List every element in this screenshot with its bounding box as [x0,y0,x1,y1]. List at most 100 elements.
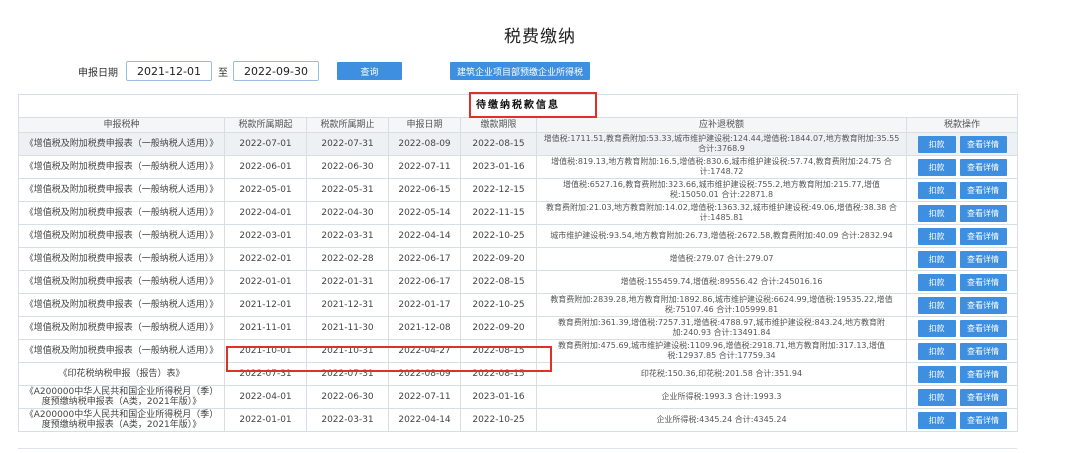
deduct-button[interactable]: 扣款 [917,273,956,291]
view-detail-button[interactable]: 查看详情 [959,273,1007,291]
deduct-button[interactable]: 扣款 [917,227,956,245]
deduct-button[interactable]: 扣款 [917,158,956,176]
view-detail-button[interactable]: 查看详情 [959,319,1007,337]
view-detail-button[interactable]: 查看详情 [959,158,1007,176]
corp-prepay-button[interactable]: 建筑企业项目部预缴企业所得税 [450,62,590,80]
actions-group: 扣款 查看详情 [909,158,1015,176]
period-start-cell: 2022-02-01 [224,247,307,271]
declare-date-cell: 2022-08-09 [388,362,461,386]
start-date-input[interactable] [126,61,212,81]
actions-cell: 扣款 查看详情 [905,270,1019,294]
view-detail-button[interactable]: 查看详情 [959,296,1007,314]
amount-cell: 教育费附加:475.69,城市维护建设税:1109.96,增值税:2918.71… [536,339,907,363]
actions-cell: 扣款 查看详情 [905,247,1019,271]
table-row: 《增值税及附加税费申报表（一般纳税人适用）》 2022-05-01 2022-05-… [18,178,1019,202]
deadline-cell: 2022-09-20 [460,316,537,340]
table-body: 《增值税及附加税费申报表（一般纳税人适用）》 2022-07-01 2022-07-… [18,132,1019,432]
deduct-button[interactable]: 扣款 [917,296,956,314]
deduct-button[interactable]: 扣款 [917,342,956,360]
period-end-cell: 2022-06-30 [306,385,389,409]
table-caption: 待缴纳税款信息 [17,94,1019,118]
actions-group: 扣款 查看详情 [909,296,1015,314]
deadline-cell: 2022-08-15 [460,339,537,363]
period-end-cell: 2022-04-30 [306,201,389,225]
actions-cell: 扣款 查看详情 [905,316,1019,340]
deduct-button[interactable]: 扣款 [917,388,956,406]
deadline-cell: 2022-10-25 [460,224,537,248]
actions-cell: 扣款 查看详情 [905,362,1019,386]
amount-cell: 教育费附加:361.39,增值税:7257.31,增值税:4788.97,城市维… [536,316,907,340]
deduct-button[interactable]: 扣款 [917,204,956,222]
deduct-button[interactable]: 扣款 [917,411,956,429]
view-detail-button[interactable]: 查看详情 [959,135,1007,153]
table-row: 《增值税及附加税费申报表（一般纳税人适用）》 2022-02-01 2022-02-… [18,247,1019,271]
deduct-button[interactable]: 扣款 [917,181,956,199]
view-detail-button[interactable]: 查看详情 [959,181,1007,199]
actions-group: 扣款 查看详情 [909,388,1015,406]
table-row: 《增值税及附加税费申报表（一般纳税人适用）》 2021-10-01 2021-10-… [18,339,1019,363]
amount-cell: 增值税:819.13,地方教育附加:16.5,增值税:830.6,城市维护建设税… [536,155,907,179]
deadline-cell: 2022-08-15 [460,270,537,294]
tax-type-cell: 《增值税及附加税费申报表（一般纳税人适用）》 [18,247,225,271]
table-row: 《A200000中华人民共和国企业所得税月（季）度预缴纳税申报表（A类，2021… [18,408,1019,432]
amount-cell: 教育费附加:2839.28,地方教育附加:1892.86,城市维护建设税:662… [536,293,907,317]
view-detail-button[interactable]: 查看详情 [959,342,1007,360]
footer-divider [18,448,1017,449]
col-actions: 税款操作 [905,117,1019,133]
deadline-cell: 2022-08-15 [460,132,537,156]
deadline-cell: 2023-01-16 [460,385,537,409]
actions-group: 扣款 查看详情 [909,227,1015,245]
period-end-cell: 2022-01-31 [306,270,389,294]
deadline-cell: 2022-11-15 [460,201,537,225]
deduct-button[interactable]: 扣款 [917,319,956,337]
period-start-cell: 2022-06-01 [224,155,307,179]
declare-date-cell: 2022-06-17 [388,247,461,271]
end-date-input[interactable] [233,61,319,81]
tax-type-cell: 《增值税及附加税费申报表（一般纳税人适用）》 [18,339,225,363]
period-end-cell: 2021-12-31 [306,293,389,317]
period-start-cell: 2022-01-01 [224,270,307,294]
actions-cell: 扣款 查看详情 [905,155,1019,179]
declare-date-cell: 2022-05-14 [388,201,461,225]
deadline-cell: 2022-08-15 [460,362,537,386]
table-row: 《增值税及附加税费申报表（一般纳税人适用）》 2021-12-01 2021-12-… [18,293,1019,317]
amount-cell: 增值税:279.07 合计:279.07 [536,247,907,271]
period-end-cell: 2022-02-28 [306,247,389,271]
view-detail-button[interactable]: 查看详情 [959,250,1007,268]
deduct-button[interactable]: 扣款 [917,250,956,268]
tax-type-cell: 《A200000中华人民共和国企业所得税月（季）度预缴纳税申报表（A类，2021… [18,408,225,432]
deadline-cell: 2022-10-25 [460,293,537,317]
period-start-cell: 2021-12-01 [224,293,307,317]
deadline-cell: 2022-10-25 [460,408,537,432]
period-end-cell: 2022-03-31 [306,408,389,432]
deadline-cell: 2022-12-15 [460,178,537,202]
query-button[interactable]: 查询 [337,62,402,80]
view-detail-button[interactable]: 查看详情 [959,227,1007,245]
table-row: 《印花税纳税申报（报告）表》 2022-07-31 2022-07-31 2022-0… [18,362,1019,386]
actions-cell: 扣款 查看详情 [905,178,1019,202]
view-detail-button[interactable]: 查看详情 [959,204,1007,222]
actions-cell: 扣款 查看详情 [905,293,1019,317]
filter-bar: 申报日期 至 查询 建筑企业项目部预缴企业所得税 [78,60,590,82]
tax-type-cell: 《增值税及附加税费申报表（一般纳税人适用）》 [18,201,225,225]
actions-group: 扣款 查看详情 [909,181,1015,199]
amount-cell: 教育费附加:21.03,地方教育附加:14.02,增值税:1363.32,城市维… [536,201,907,225]
actions-group: 扣款 查看详情 [909,204,1015,222]
view-detail-button[interactable]: 查看详情 [959,411,1007,429]
declare-date-cell: 2022-04-14 [388,408,461,432]
tax-type-cell: 《增值税及附加税费申报表（一般纳税人适用）》 [18,155,225,179]
actions-group: 扣款 查看详情 [909,342,1015,360]
deduct-button[interactable]: 扣款 [917,135,956,153]
deduct-button[interactable]: 扣款 [917,365,956,383]
tax-type-cell: 《增值税及附加税费申报表（一般纳税人适用）》 [18,270,225,294]
tax-type-cell: 《增值税及附加税费申报表（一般纳税人适用）》 [18,178,225,202]
tax-type-cell: 《印花税纳税申报（报告）表》 [18,362,225,386]
actions-group: 扣款 查看详情 [909,250,1015,268]
period-end-cell: 2022-06-30 [306,155,389,179]
view-detail-button[interactable]: 查看详情 [959,388,1007,406]
actions-cell: 扣款 查看详情 [905,201,1019,225]
to-label: 至 [218,67,228,79]
declare-date-cell: 2022-06-17 [388,270,461,294]
period-start-cell: 2022-01-01 [224,408,307,432]
view-detail-button[interactable]: 查看详情 [959,365,1007,383]
